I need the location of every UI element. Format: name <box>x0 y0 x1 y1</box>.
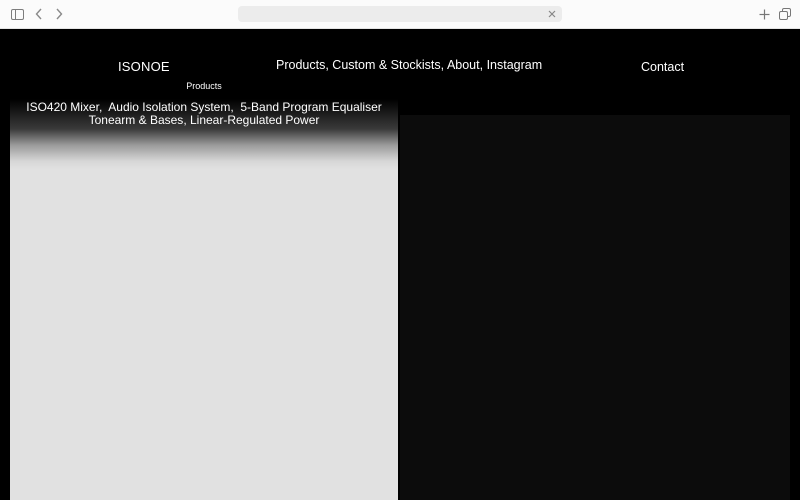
main-nav: Products, Custom & Stockists, About, Ins… <box>276 58 542 72</box>
website: ISONOE Products, Custom & Stockists, Abo… <box>0 29 800 500</box>
nav-about[interactable]: About <box>447 58 480 72</box>
sidebar-toggle-icon[interactable] <box>9 6 25 22</box>
nav-instagram[interactable]: Instagram <box>487 58 543 72</box>
product-audio-isolation-system[interactable]: Audio Isolation System <box>108 100 230 114</box>
address-input[interactable] <box>244 6 544 22</box>
products-menu-line-1: ISO420 Mixer, Audio Isolation System, 5-… <box>10 100 398 114</box>
nav-products[interactable]: Products <box>276 58 325 72</box>
contact-link[interactable]: Contact <box>641 60 684 74</box>
products-menu-title: Products <box>186 81 222 91</box>
nav-separator: , <box>479 58 487 72</box>
product-tonearm-bases[interactable]: Tonearm & Bases <box>89 113 184 127</box>
address-bar[interactable] <box>238 6 562 22</box>
products-menu-line-2: Tonearm & Bases, Linear-Regulated Power <box>10 113 398 127</box>
brand-link[interactable]: ISONOE <box>118 59 170 74</box>
browser-toolbar <box>0 0 800 29</box>
hero-image-area <box>400 115 790 500</box>
product-separator: , <box>230 100 241 114</box>
product-separator: , <box>98 100 109 114</box>
tabs-icon[interactable] <box>777 6 793 22</box>
clear-icon[interactable] <box>546 8 558 20</box>
product-iso420-mixer[interactable]: ISO420 Mixer <box>26 100 99 114</box>
product-linear-regulated-power[interactable]: Linear-Regulated Power <box>190 113 319 127</box>
plus-icon[interactable] <box>756 6 772 22</box>
product-5-band-equaliser[interactable]: 5-Band Program Equaliser <box>240 100 381 114</box>
products-dropdown: Products ISO420 Mixer, Audio Isolation S… <box>10 77 398 500</box>
nav-custom-stockists[interactable]: Custom & Stockists <box>332 58 440 72</box>
back-icon[interactable] <box>31 6 47 22</box>
product-separator: , <box>183 113 190 127</box>
forward-icon[interactable] <box>51 6 67 22</box>
